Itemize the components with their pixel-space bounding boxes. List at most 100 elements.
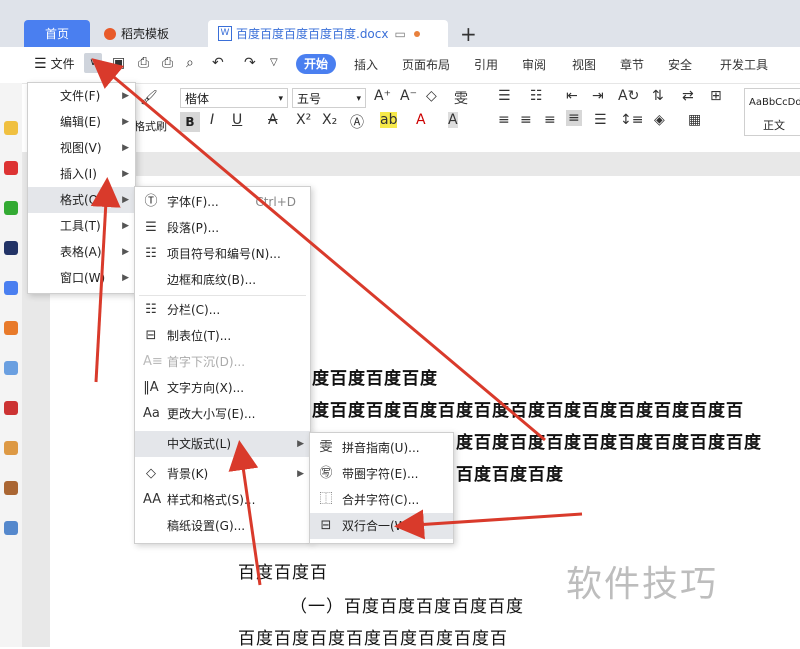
menu-item-phonetic-guide[interactable]: 雯拼音指南(U)...: [310, 435, 453, 461]
align-left-icon[interactable]: ≡: [498, 112, 510, 128]
app-icon[interactable]: [4, 241, 18, 255]
weibo-icon[interactable]: [4, 161, 18, 175]
strikethrough-button[interactable]: A: [268, 112, 278, 128]
line-spacing-icon[interactable]: ↕≡: [620, 112, 643, 128]
tab-view[interactable]: 视图: [572, 56, 596, 73]
menu-item-file[interactable]: 文件(F) ▶: [28, 83, 135, 109]
menu-item-styles-formatting[interactable]: AA 样式和格式(S)...: [135, 487, 310, 513]
tab-review[interactable]: 审阅: [522, 56, 546, 73]
file-dropdown-chevron-icon[interactable]: ∨: [84, 53, 102, 73]
table-icon[interactable]: ⊞: [710, 88, 722, 104]
menu-item-two-lines-in-one[interactable]: ⊟ 双行合一(W)...: [310, 513, 453, 539]
print-icon[interactable]: ⎙: [162, 55, 173, 71]
style-gallery-normal[interactable]: AaBbCcDd 正文: [744, 88, 800, 136]
menu-item-background[interactable]: ◇ 背景(K) ▶: [135, 461, 310, 487]
app-icon[interactable]: [4, 361, 18, 375]
app-icon[interactable]: [4, 201, 18, 215]
style-name: 正文: [763, 119, 785, 132]
app-icon[interactable]: [4, 481, 18, 495]
pinyin-icon[interactable]: 雯: [454, 88, 468, 108]
new-tab-plus-icon[interactable]: +: [460, 22, 477, 46]
menu-item-view[interactable]: 视图(V) ▶: [28, 135, 135, 161]
tab-home-label: 首页: [44, 27, 69, 41]
tab-home[interactable]: 首页: [24, 20, 90, 47]
menu-item-label: 拼音指南(U)...: [342, 441, 420, 455]
char-shading-icon[interactable]: A: [448, 112, 458, 128]
file-menu-button[interactable]: ☰ 文件: [34, 55, 75, 72]
tab-chapter[interactable]: 章节: [620, 56, 644, 73]
distributed-icon[interactable]: ☰: [594, 112, 607, 128]
bold-button[interactable]: B: [180, 112, 200, 132]
menu-item-label: 制表位(T)...: [167, 329, 232, 343]
tab-references[interactable]: 引用: [474, 56, 498, 73]
font-effect-icon[interactable]: Ⓐ: [350, 112, 364, 132]
background-icon: ◇: [146, 466, 156, 481]
menu-item-columns[interactable]: ☷ 分栏(C)...: [135, 297, 310, 323]
align-center-icon[interactable]: ≡: [520, 112, 532, 128]
decrease-indent-icon[interactable]: ⇤: [566, 88, 578, 104]
menu-item-text-direction[interactable]: ‖A 文字方向(X)...: [135, 375, 310, 401]
menu-item-tabs[interactable]: ⊟ 制表位(T)...: [135, 323, 310, 349]
subscript-button[interactable]: X₂: [322, 112, 337, 128]
star-icon[interactable]: [4, 121, 18, 135]
grow-font-icon[interactable]: A⁺: [374, 88, 391, 104]
app-icon[interactable]: [4, 281, 18, 295]
tab-templates[interactable]: 稻壳模板: [94, 20, 204, 47]
italic-button[interactable]: I: [210, 112, 214, 128]
menu-item-tools[interactable]: 工具(T) ▶: [28, 213, 135, 239]
app-icon[interactable]: [4, 441, 18, 455]
menu-item-window[interactable]: 窗口(W) ▶: [28, 265, 135, 291]
app-icon[interactable]: [4, 321, 18, 335]
app-icon[interactable]: [4, 401, 18, 415]
menu-item-manuscript-settings[interactable]: 稿纸设置(G)...: [135, 513, 310, 539]
align-right-icon[interactable]: ≡: [544, 112, 556, 128]
font-color-icon[interactable]: A: [416, 112, 426, 128]
menu-item-chinese-layout[interactable]: 中文版式(L) ▶: [135, 431, 310, 457]
font-name-select[interactable]: 楷体 ▾: [180, 88, 288, 108]
menu-item-format[interactable]: 格式(O) ▶: [28, 187, 135, 213]
menu-item-table[interactable]: 表格(A) ▶: [28, 239, 135, 265]
save-icon[interactable]: ▣: [112, 55, 125, 71]
paragraph-shading-icon[interactable]: ◈: [654, 112, 665, 128]
clear-format-icon[interactable]: ◇: [426, 88, 437, 104]
menu-item-insert[interactable]: 插入(I) ▶: [28, 161, 135, 187]
justify-icon[interactable]: ≡: [566, 110, 582, 126]
text-direction-icon[interactable]: A↻: [618, 88, 639, 104]
shrink-font-icon[interactable]: A⁻: [400, 88, 417, 104]
increase-indent-icon[interactable]: ⇥: [592, 88, 604, 104]
tab-document[interactable]: W 百度百度百度百度百度.docx ▭: [208, 20, 448, 47]
borders-icon[interactable]: ▦: [688, 112, 701, 128]
tab-dev-tools[interactable]: 开发工具: [720, 56, 768, 73]
enclosed-char-icon: ㊢: [319, 466, 333, 481]
app-icon[interactable]: [4, 521, 18, 535]
export-icon[interactable]: ⎙: [138, 55, 149, 71]
tab-layout[interactable]: 页面布局: [402, 56, 450, 73]
menu-item-edit[interactable]: 编辑(E) ▶: [28, 109, 135, 135]
redo-icon[interactable]: ↷: [244, 55, 256, 71]
tab-start[interactable]: 开始: [296, 54, 336, 74]
highlight-icon[interactable]: ab: [380, 112, 398, 128]
menu-item-change-case[interactable]: Aa 更改大小写(E)...: [135, 401, 310, 427]
menu-item-bullets-numbering[interactable]: ☷ 项目符号和编号(N)...: [135, 241, 310, 267]
tab-insert[interactable]: 插入: [354, 56, 378, 73]
menu-item-enclosed-characters[interactable]: ㊢带圈字符(E)...: [310, 461, 453, 487]
superscript-button[interactable]: X²: [296, 112, 311, 128]
menu-item-paragraph[interactable]: ☰ 段落(P)...: [135, 215, 310, 241]
menu-item-borders-shading[interactable]: 边框和底纹(B)...: [135, 267, 310, 293]
sort-icon[interactable]: ⇅: [652, 88, 664, 104]
menu-item-font[interactable]: Ⓣ 字体(F)... Ctrl+D: [135, 189, 310, 215]
chevron-right-icon: ▶: [122, 91, 129, 101]
format-painter-icon[interactable]: 🖌: [140, 90, 158, 106]
font-size-select[interactable]: 五号 ▾: [292, 88, 366, 108]
print-preview-icon[interactable]: ⌕: [186, 55, 194, 71]
quick-access-dropdown-icon[interactable]: ▽: [270, 57, 278, 68]
undo-icon[interactable]: ↶: [212, 55, 224, 71]
menu-item-label: 首字下沉(D)...: [167, 355, 246, 369]
menu-item-drop-cap[interactable]: A≡ 首字下沉(D)...: [135, 349, 310, 375]
menu-item-combine-characters[interactable]: ⿰合并字符(C)...: [310, 487, 453, 513]
underline-button[interactable]: U: [232, 112, 242, 128]
show-marks-icon[interactable]: ⇄: [682, 88, 694, 104]
bullet-list-icon[interactable]: ☰: [498, 88, 511, 104]
numbered-list-icon[interactable]: ☷: [530, 88, 543, 104]
tab-security[interactable]: 安全: [668, 56, 692, 73]
